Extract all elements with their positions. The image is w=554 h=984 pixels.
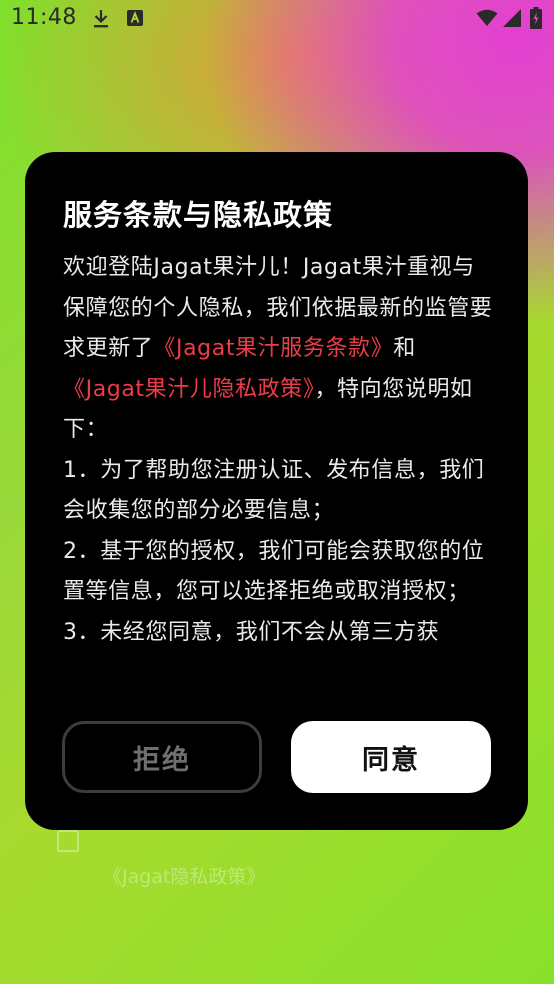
reject-button[interactable]: 拒绝 [62,721,262,793]
dialog-intro: 欢迎登陆Jagat果汁儿！Jagat果汁重视与保障您的个人隐私，我们依据最新的监… [63,248,495,451]
app-notification-icon [127,10,143,26]
background-checkbox [57,830,79,852]
dialog-title: 服务条款与隐私政策 [63,198,334,232]
and-text: 和 [393,336,416,361]
terms-privacy-dialog: 服务条款与隐私政策 欢迎登陆Jagat果汁儿！Jagat果汁重视与保障您的个人隐… [25,152,528,830]
background-privacy-link: 《Jagat隐私政策》 [103,866,266,888]
dialog-item-2: 2．基于您的授权，我们可能会获取您的位置等信息，您可以选择拒绝或取消授权； [63,538,485,605]
signal-icon [503,9,521,27]
dialog-item-3: 3．未经您同意，我们不会从第三方获 [63,619,440,645]
battery-charging-icon [530,7,542,29]
status-bar: 11:48 [0,0,554,38]
privacy-link[interactable]: 《Jagat果汁儿隐私政策》 [63,377,314,402]
dialog-body: 欢迎登陆Jagat果汁儿！Jagat果汁重视与保障您的个人隐私，我们依据最新的监… [63,248,495,688]
agree-button[interactable]: 同意 [291,721,491,793]
status-time: 11:48 [11,5,77,30]
dialog-item-1: 1．为了帮助您注册认证、发布信息，我们会收集您的部分必要信息； [63,457,485,524]
download-icon [94,10,108,28]
terms-link[interactable]: 《Jagat果汁服务条款》 [153,336,393,361]
wifi-icon [476,9,498,26]
